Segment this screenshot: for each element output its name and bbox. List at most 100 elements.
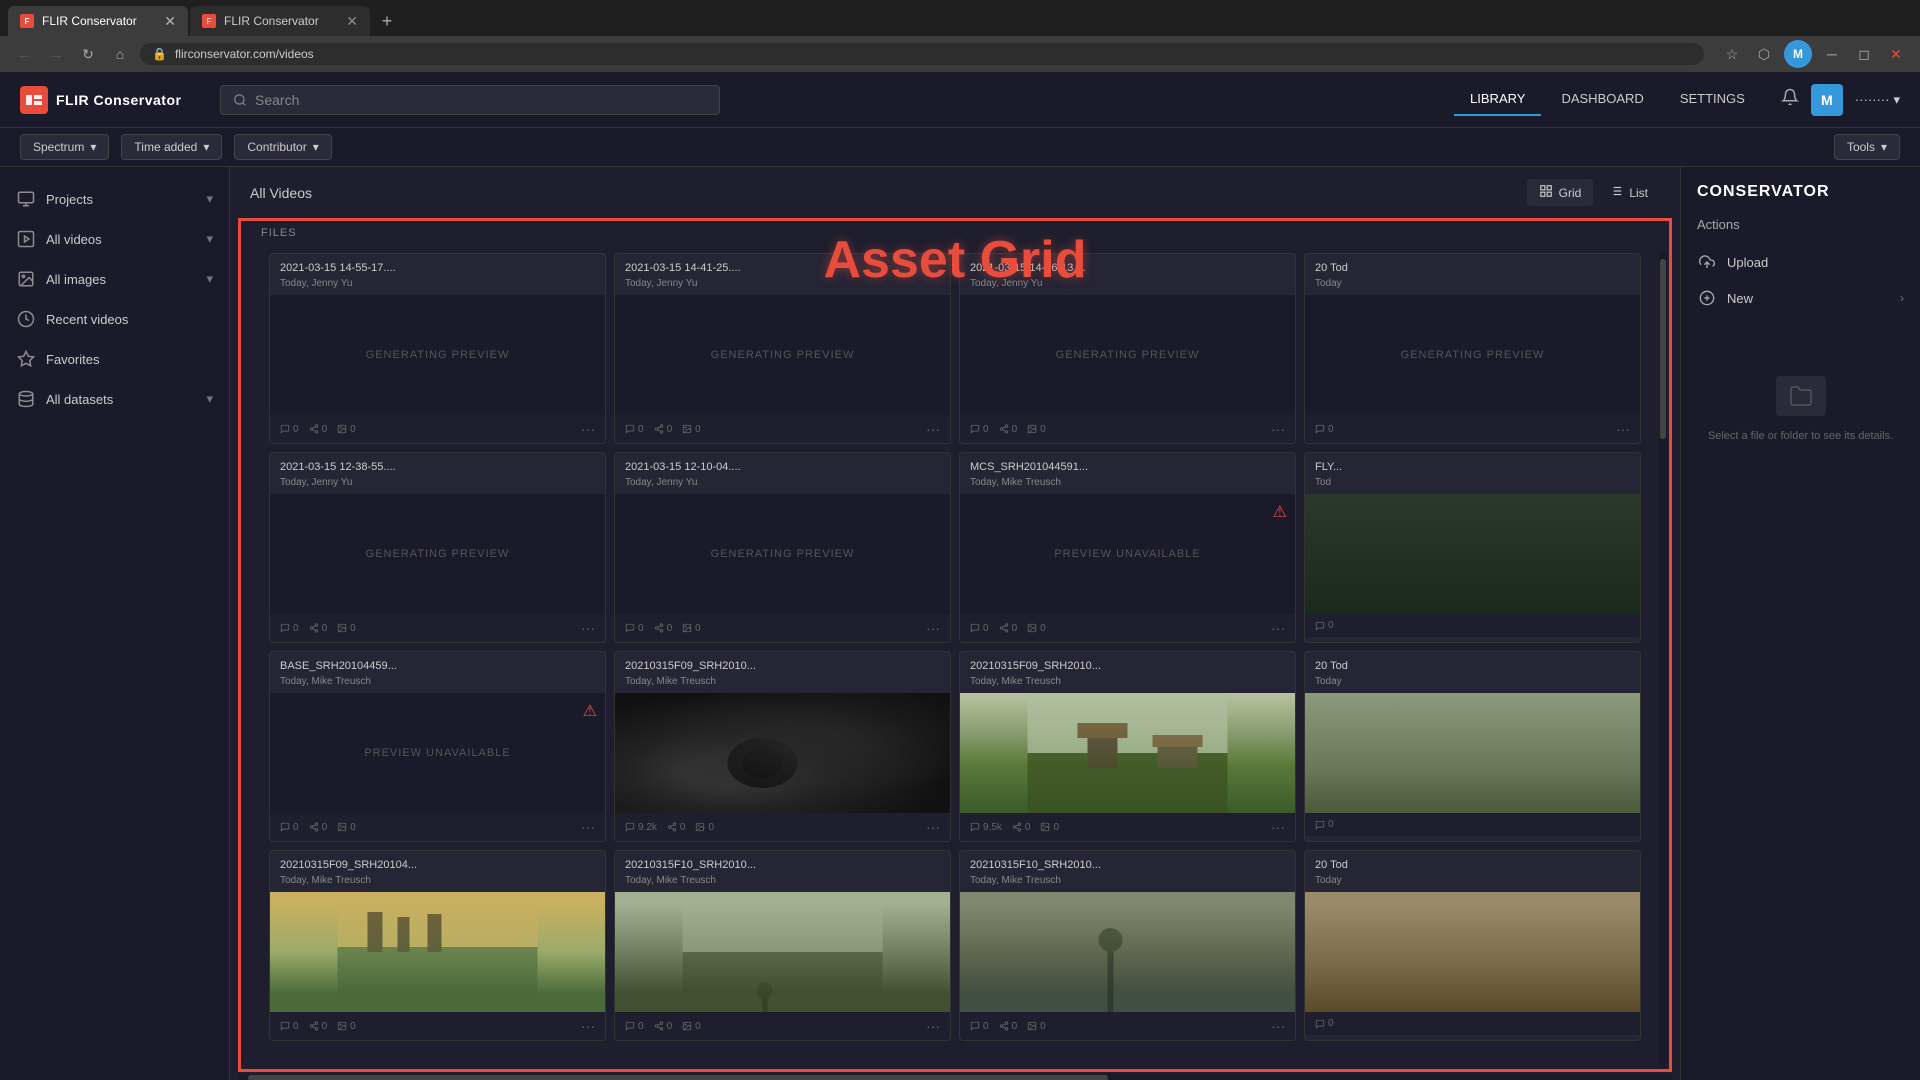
scrollbar-thumb[interactable] [1660,259,1666,439]
nav-link-settings[interactable]: SETTINGS [1664,83,1761,116]
home-button[interactable]: ⌂ [108,42,132,66]
card-footer-4: 0 ··· [1305,415,1640,443]
asset-card-8[interactable]: FLY... Tod 0 [1304,452,1641,643]
list-view-button[interactable]: List [1597,179,1660,206]
browser-user-icon[interactable]: M [1784,40,1812,68]
asset-card-5[interactable]: 2021-03-15 12-38-55.... Today, Jenny Yu … [269,452,606,643]
asset-card-4[interactable]: 20 Tod Today GENERATING PREVIEW 0 ··· [1304,253,1641,444]
sidebar-item-recent-videos[interactable]: Recent videos [0,299,229,339]
footer-stat-11b: 0 [1012,822,1031,833]
reload-button[interactable]: ↻ [76,42,100,66]
asset-card-13[interactable]: 20210315F09_SRH20104... Today, Mike Treu… [269,850,606,1041]
recent-videos-label: Recent videos [46,312,128,327]
card-more-button-3[interactable]: ··· [1271,421,1285,437]
new-action[interactable]: New › [1697,280,1904,316]
card-preview-16 [1305,892,1640,1012]
lock-icon: 🔒 [152,47,167,61]
sidebar-item-all-images[interactable]: All images ▾ [0,259,229,299]
card-more-button-10[interactable]: ··· [926,819,940,835]
card-more-button-11[interactable]: ··· [1271,819,1285,835]
horizontal-scrollbar[interactable] [238,1074,1672,1080]
footer-stat-9b: 0 [309,822,328,833]
grid-view-button[interactable]: Grid [1527,179,1594,206]
sidebar-item-all-datasets[interactable]: All datasets ▾ [0,379,229,419]
asset-card-16[interactable]: 20 Tod Today 0 [1304,850,1641,1041]
asset-card-6[interactable]: 2021-03-15 12-10-04.... Today, Jenny Yu … [614,452,951,643]
asset-card-12[interactable]: 20 Tod Today 0 [1304,651,1641,842]
h-scrollbar-thumb[interactable] [248,1075,1108,1080]
asset-card-3[interactable]: 2021-03-15 14-06-13.... Today, Jenny Yu … [959,253,1296,444]
search-icon [233,93,247,107]
card-more-button-15[interactable]: ··· [1271,1018,1285,1034]
tab-close-2[interactable]: ✕ [346,13,358,30]
time-added-filter[interactable]: Time added ▾ [121,134,222,160]
recent-videos-icon [16,309,36,329]
card-more-button-9[interactable]: ··· [581,819,595,835]
nav-link-library[interactable]: LIBRARY [1454,83,1541,116]
maximize-button[interactable]: ◻ [1852,42,1876,66]
user-dropdown-icon: ▾ [1893,92,1900,108]
spectrum-filter[interactable]: Spectrum ▾ [20,134,109,160]
tab-favicon-1: F [20,14,34,28]
asset-card-14[interactable]: 20210315F10_SRH2010... Today, Mike Treus… [614,850,951,1041]
extensions-icon[interactable]: ⬡ [1752,42,1776,66]
card-preview-12 [1305,693,1640,813]
all-datasets-icon [16,389,36,409]
card-more-button-6[interactable]: ··· [926,620,940,636]
scrollbar-track[interactable] [1659,251,1667,1069]
tab-2[interactable]: F FLIR Conservator ✕ [190,6,370,36]
tab-1[interactable]: F FLIR Conservator ✕ [8,6,188,36]
footer-stat-5a: 0 [280,623,299,634]
sidebar-item-favorites[interactable]: Favorites [0,339,229,379]
card-more-button-14[interactable]: ··· [926,1018,940,1034]
asset-card-7[interactable]: MCS_SRH201044591... Today, Mike Treusch … [959,452,1296,643]
asset-card-11[interactable]: 20210315F09_SRH2010... Today, Mike Treus… [959,651,1296,842]
footer-stat-14c: 0 [682,1021,701,1032]
card-more-button-13[interactable]: ··· [581,1018,595,1034]
card-footer-1: 0 0 0 [270,415,605,443]
card-more-button-5[interactable]: ··· [581,620,595,636]
generating-text-4: GENERATING PREVIEW [1401,349,1545,361]
files-scroll-area[interactable]: 2021-03-15 14-55-17.... Today, Jenny Yu … [241,245,1669,1063]
browser-chrome: F FLIR Conservator ✕ F FLIR Conservator … [0,0,1920,72]
asset-card-9[interactable]: BASE_SRH20104459... Today, Mike Treusch … [269,651,606,842]
contributor-filter[interactable]: Contributor ▾ [234,134,331,160]
tab-close-1[interactable]: ✕ [164,13,176,30]
footer-stat-2a: 0 [625,424,644,435]
asset-card-1[interactable]: 2021-03-15 14-55-17.... Today, Jenny Yu … [269,253,606,444]
card-more-button-4[interactable]: ··· [1616,421,1630,437]
tools-button[interactable]: Tools ▾ [1834,134,1900,160]
address-bar[interactable]: 🔒 flirconservator.com/videos [140,43,1704,65]
files-label: FILES [241,221,1669,245]
asset-card-15[interactable]: 20210315F10_SRH2010... Today, Mike Treus… [959,850,1296,1041]
user-name[interactable]: ········ ▾ [1855,92,1900,108]
minimize-button[interactable]: ─ [1820,42,1844,66]
bookmark-star-icon[interactable]: ☆ [1720,42,1744,66]
upload-action[interactable]: Upload [1697,244,1904,280]
card-preview-13 [270,892,605,1012]
back-button[interactable]: ← [12,42,36,66]
sidebar-item-projects[interactable]: Projects ▾ [0,179,229,219]
card-more-button-2[interactable]: ··· [926,421,940,437]
generating-text-1: GENERATING PREVIEW [366,349,510,361]
all-datasets-label: All datasets [46,392,113,407]
warning-icon-9: ⚠ [583,701,597,721]
card-more-button-7[interactable]: ··· [1271,620,1285,636]
forward-button[interactable]: → [44,42,68,66]
card-subtitle-1: Today, Jenny Yu [270,278,605,295]
nav-link-dashboard[interactable]: DASHBOARD [1545,83,1659,116]
user-badge[interactable]: M [1811,84,1843,116]
card-subtitle-13: Today, Mike Treusch [270,875,605,892]
asset-card-2[interactable]: 2021-03-15 14-41-25.... Today, Jenny Yu … [614,253,951,444]
footer-stat-7a: 0 [970,623,989,634]
card-more-button-1[interactable]: ··· [581,421,595,437]
card-preview-1: GENERATING PREVIEW [270,295,605,415]
asset-card-10[interactable]: 20210315F09_SRH2010... Today, Mike Treus… [614,651,951,842]
search-bar[interactable]: Search [220,85,720,115]
notification-bell-icon[interactable] [1781,88,1799,111]
sidebar-item-all-videos[interactable]: All videos ▾ [0,219,229,259]
card-footer-12: 0 [1305,813,1640,836]
new-icon [1697,288,1717,308]
close-window-button[interactable]: ✕ [1884,42,1908,66]
new-tab-button[interactable]: + [372,6,402,36]
